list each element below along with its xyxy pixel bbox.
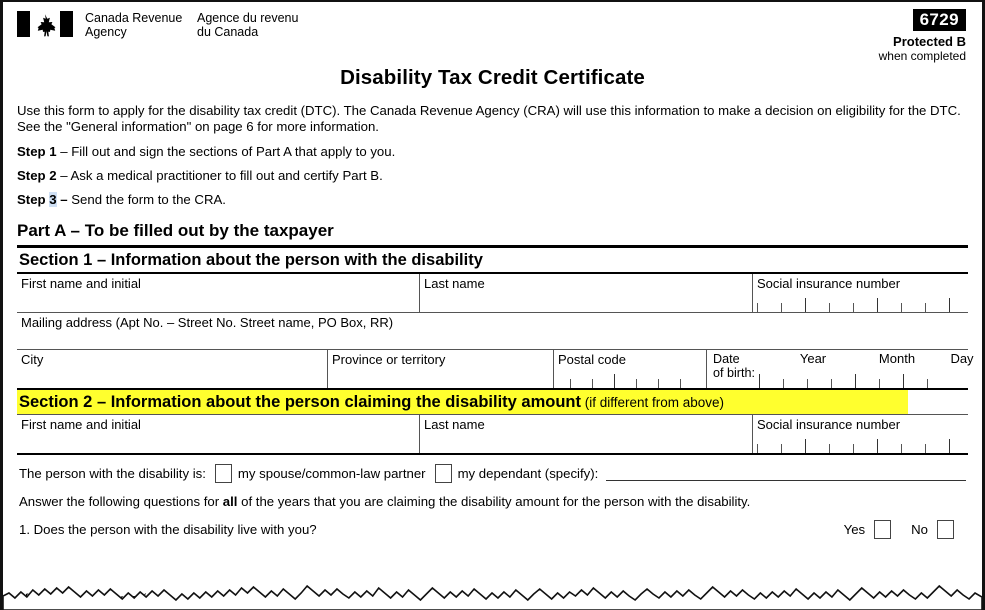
agency-name-en-line2: Agency bbox=[85, 24, 127, 39]
agency-name-fr-line2: du Canada bbox=[197, 24, 259, 39]
canada-flag-icon bbox=[17, 11, 73, 37]
protected-sublabel: when completed bbox=[878, 49, 966, 63]
section-2-last-name-label: Last name bbox=[424, 417, 485, 433]
part-a-heading: Part A – To be filled out by the taxpaye… bbox=[17, 221, 968, 241]
section-2-first-name-label: First name and initial bbox=[21, 417, 141, 433]
part-a-description: – To be filled out by the taxpayer bbox=[65, 221, 334, 241]
checkbox-spouse[interactable] bbox=[214, 464, 232, 484]
agency-name-en-line1: Canada Revenue bbox=[85, 11, 183, 25]
section-2-sin-label: Social insurance number bbox=[757, 417, 901, 433]
protected-label: Protected B bbox=[893, 34, 966, 49]
section-2-heading-main: Section 2 – Information about the person… bbox=[19, 393, 581, 412]
step-item-2: Step 2 – Ask a medical practitioner to f… bbox=[17, 168, 968, 183]
section-1-last-name-label: Last name bbox=[424, 276, 485, 292]
questions-intro-pre: Answer the following questions for bbox=[19, 494, 223, 510]
section-1-month-label: Month bbox=[878, 351, 916, 367]
section-1-city-label: City bbox=[21, 352, 44, 368]
section-1-dob-label-line1: Date bbox=[713, 352, 740, 367]
questions-intro-emphasis: all bbox=[222, 494, 238, 510]
section-2-first-name-cell[interactable]: First name and initial bbox=[17, 415, 419, 453]
checkbox-dependant[interactable] bbox=[434, 464, 452, 484]
step-3-text: Send the form to the CRA. bbox=[71, 192, 226, 208]
section-1-dob-comb[interactable] bbox=[759, 374, 951, 389]
page-title: Disability Tax Credit Certificate bbox=[340, 66, 645, 89]
agency-name-fr-line1: Agence du revenu bbox=[197, 11, 299, 25]
step-3-label-prefix: Step bbox=[17, 192, 50, 208]
section-1-dob-label-line2: of birth: bbox=[713, 366, 755, 381]
section-1-first-name-label: First name and initial bbox=[21, 276, 141, 292]
relation-prompt: The person with the disability is: bbox=[19, 466, 206, 482]
question-1-yes-checkbox[interactable] bbox=[874, 520, 892, 540]
intro-paragraph: Use this form to apply for the disabilit… bbox=[17, 103, 961, 134]
section-1-city-cell[interactable]: City bbox=[17, 350, 327, 388]
form-number-badge: 6729 bbox=[912, 9, 966, 31]
step-2-text: Ask a medical practitioner to fill out a… bbox=[70, 168, 383, 184]
part-a-label: Part A bbox=[17, 221, 66, 241]
step-3-dash: – bbox=[56, 192, 72, 208]
section-1-date-column-labels: Year Month Day bbox=[765, 351, 982, 367]
section-2-sin-comb[interactable] bbox=[757, 439, 950, 454]
step-item-3: Step 3 – Send the form to the CRA. bbox=[17, 192, 968, 208]
question-1-text: 1. Does the person with the disability l… bbox=[19, 522, 317, 538]
step-1-dash: – bbox=[56, 144, 72, 160]
section-1-province-cell[interactable]: Province or territory bbox=[327, 350, 553, 389]
section-1-day-label: Day bbox=[950, 351, 974, 367]
step-item-1: Step 1 – Fill out and sign the sections … bbox=[17, 144, 968, 159]
step-2-label: Step 2 bbox=[17, 168, 57, 184]
questions-intro: Answer the following questions for all o… bbox=[17, 483, 968, 509]
agency-wordmark: Canada Revenue Agency Agence du revenu d… bbox=[85, 11, 317, 39]
section-1-postal-cell[interactable]: Postal code bbox=[553, 350, 706, 389]
question-1-yes-label: Yes bbox=[843, 522, 866, 538]
steps-list: Step 1 – Fill out and sign the sections … bbox=[17, 144, 968, 208]
question-1-no-label: No bbox=[911, 522, 928, 538]
section-1-sin-cell[interactable]: Social insurance number bbox=[752, 274, 968, 313]
section-2-heading: Section 2 – Information about the person… bbox=[17, 390, 908, 415]
cutoff-question-text: If yes, for which year(s)? bbox=[21, 591, 165, 606]
page-header: Canada Revenue Agency Agence du revenu d… bbox=[17, 9, 968, 63]
section-2-heading-note: (if different from above) bbox=[580, 395, 725, 411]
question-1-no-checkbox[interactable] bbox=[937, 520, 954, 540]
section-1-mailing-row[interactable]: Mailing address (Apt No. – Street No. St… bbox=[17, 312, 968, 349]
section-1-mailing-cell[interactable]: Mailing address (Apt No. – Street No. St… bbox=[17, 313, 968, 349]
section-1-first-name-cell[interactable]: First name and initial bbox=[17, 274, 419, 312]
step-1-label: Step 1 bbox=[17, 144, 57, 160]
checkbox-spouse-label: my spouse/common-law partner bbox=[237, 466, 426, 482]
section-1-sin-label: Social insurance number bbox=[757, 276, 901, 292]
section-1-heading: Section 1 – Information about the person… bbox=[19, 251, 483, 270]
section-1-postal-label: Postal code bbox=[558, 352, 626, 368]
step-2-dash: – bbox=[56, 168, 71, 184]
section-1-year-label: Year bbox=[799, 351, 827, 367]
section-1-dob-cell[interactable]: Date of birth: Year Month Day bbox=[706, 350, 974, 389]
section-2-sin-cell[interactable]: Social insurance number bbox=[752, 415, 968, 454]
section-2-last-name-cell[interactable]: Last name bbox=[419, 415, 752, 454]
step-1-text: Fill out and sign the sections of Part A… bbox=[71, 144, 396, 160]
questions-intro-post: of the years that you are claiming the d… bbox=[237, 494, 751, 510]
step-3-number-selected: 3 bbox=[49, 192, 57, 208]
header-right-block: 6729 Protected B when completed bbox=[879, 9, 968, 63]
checkbox-dependant-label: my dependant (specify): bbox=[457, 466, 599, 482]
section-1-postal-comb[interactable] bbox=[570, 374, 702, 389]
section-2-name-row: First name and initial Last name Social … bbox=[17, 414, 968, 454]
dependant-specify-input[interactable] bbox=[606, 466, 966, 482]
form-page: Canada Revenue Agency Agence du revenu d… bbox=[0, 0, 985, 610]
section-1-name-row: First name and initial Last name Social … bbox=[17, 272, 968, 313]
relation-row: The person with the disability is: my sp… bbox=[17, 455, 968, 484]
section-1-province-label: Province or territory bbox=[332, 352, 446, 368]
section-1-last-name-cell[interactable]: Last name bbox=[419, 274, 752, 313]
section-1-address-row: City Province or territory Postal code D… bbox=[17, 349, 974, 389]
question-1-row: 1. Does the person with the disability l… bbox=[17, 509, 968, 540]
section-1-sin-comb[interactable] bbox=[757, 298, 950, 313]
section-1-mailing-label: Mailing address (Apt No. – Street No. St… bbox=[21, 315, 394, 331]
